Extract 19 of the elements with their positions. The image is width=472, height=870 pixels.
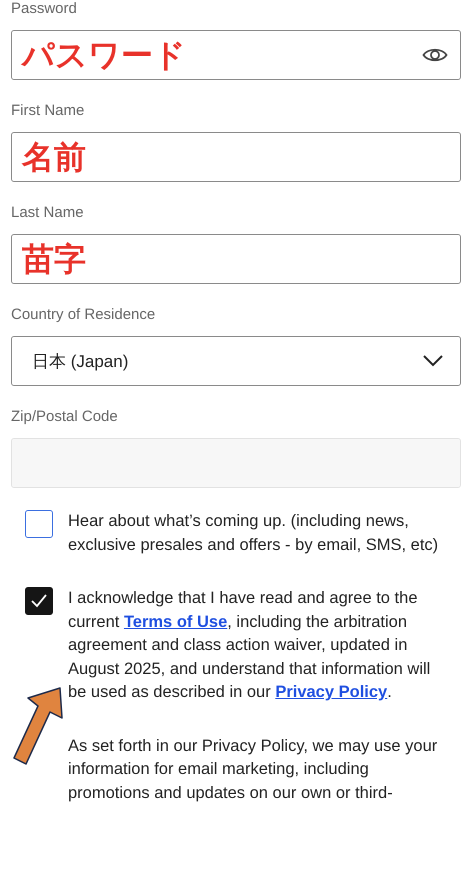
field-label: Password — [11, 0, 78, 19]
consent-text: I acknowledge that I have read and agree to the current Terms of Use, including the arbitration agreement and class action waiver, updated in August 2025, and understand that information will be used as described in our Privacy Policy. — [68, 588, 432, 703]
field-label: Last Name — [11, 203, 85, 223]
input-field[interactable]: 苗字 — [11, 234, 461, 284]
input-field[interactable]: パスワード — [11, 30, 461, 80]
consent-text: Hear about what’s coming up. (including news, exclusive presales and offers - by email, SMS, etc) — [68, 511, 440, 556]
field-label: Country of Residence — [11, 305, 156, 325]
checkbox[interactable] — [25, 510, 53, 538]
eye-icon[interactable] — [422, 46, 448, 64]
link[interactable]: Privacy Policy — [275, 683, 388, 701]
checkmark-icon — [30, 593, 48, 609]
field-label: Zip/Postal Code — [11, 407, 119, 427]
checkbox[interactable] — [25, 587, 53, 615]
link[interactable]: Terms of Use — [124, 612, 228, 630]
input-field[interactable]: 名前 — [11, 132, 461, 182]
country-select[interactable]: 日本 (Japan) — [11, 336, 461, 386]
field-label: First Name — [11, 101, 86, 121]
chevron-down-icon — [422, 354, 444, 368]
privacy-notice: As set forth in our Privacy Policy, we may use your information for email marketing, including promotions and updates on our own or third- — [68, 736, 438, 804]
